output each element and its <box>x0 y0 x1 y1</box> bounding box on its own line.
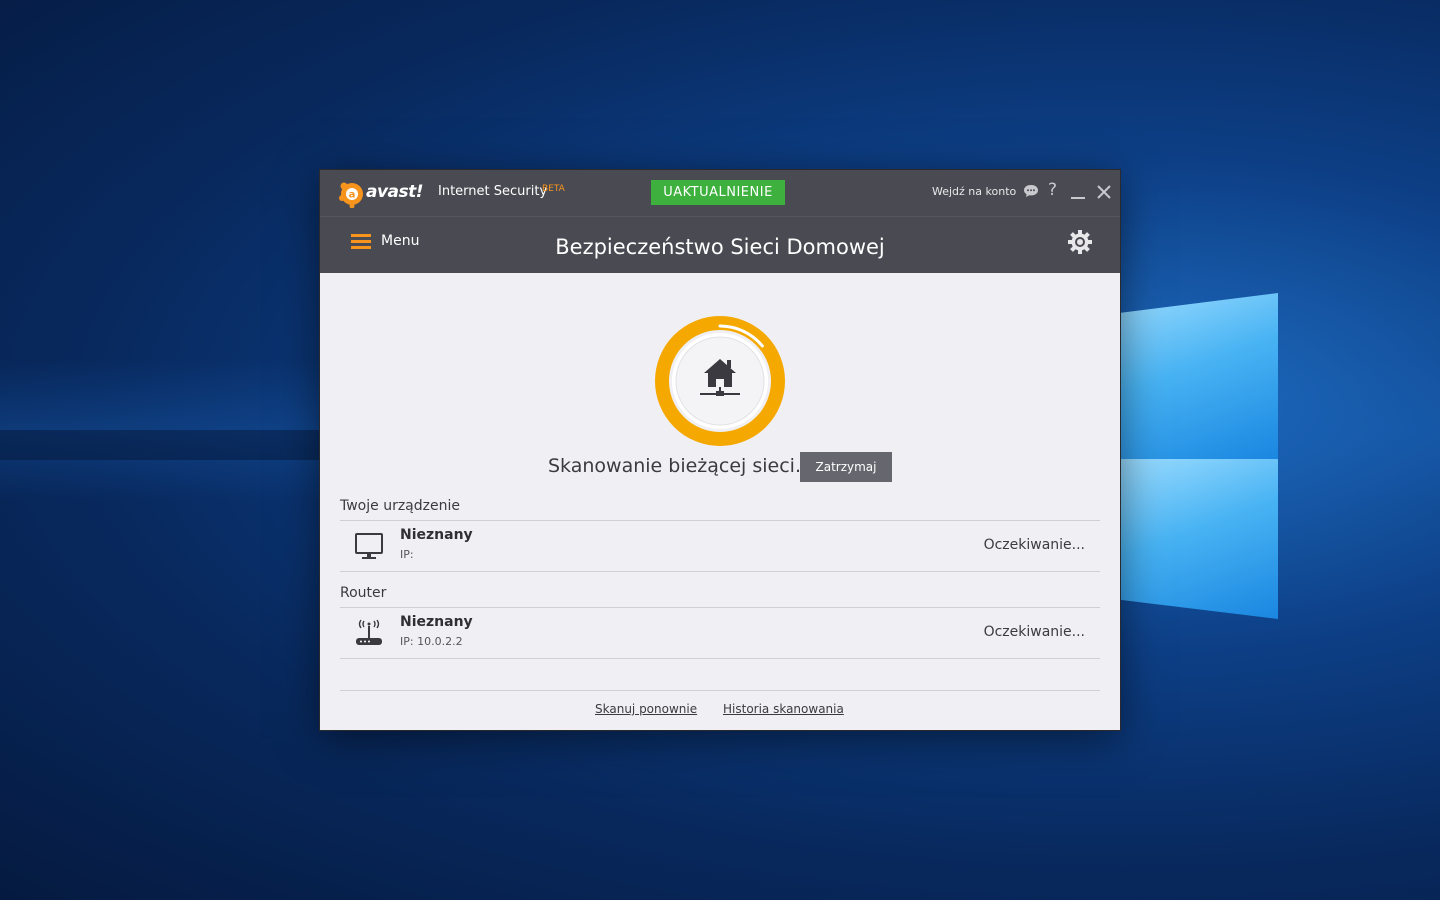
router-icon <box>356 619 382 645</box>
device-row-router[interactable]: Nieznany IP: 10.0.2.2 Oczekiwanie... <box>340 608 1100 658</box>
page-header: Menu Bezpieczeństwo Sieci Domowej <box>320 216 1120 273</box>
gear-icon[interactable] <box>1067 229 1093 255</box>
windows-logo-bottom-pane <box>1120 459 1278 619</box>
page-title: Bezpieczeństwo Sieci Domowej <box>555 235 885 259</box>
update-button[interactable]: UAKTUALNIENIE <box>651 180 785 205</box>
scan-progress-ring <box>655 316 785 446</box>
divider <box>340 658 1100 659</box>
footer-divider <box>340 690 1100 691</box>
avast-logo: a avast! <box>338 178 428 210</box>
device-ip: IP: <box>400 548 414 561</box>
brand-name: avast! <box>366 182 424 202</box>
device-row-my-device[interactable]: Nieznany IP: Oczekiwanie... <box>340 521 1100 571</box>
device-name: Nieznany <box>400 527 473 543</box>
minimize-icon[interactable] <box>1071 197 1085 199</box>
scan-status-row: Skanowanie bieżącej sieci... Zatrzymaj <box>320 452 1120 484</box>
monitor-icon <box>355 533 383 559</box>
windows-logo <box>1120 283 1280 623</box>
avast-window: a avast! Internet Security BETA UAKTUALN… <box>320 170 1120 730</box>
titlebar: a avast! Internet Security BETA UAKTUALN… <box>320 170 1120 216</box>
chat-icon[interactable] <box>1023 183 1039 199</box>
beta-badge: BETA <box>542 184 565 194</box>
avast-logo-icon: a <box>339 182 363 208</box>
windows-logo-top-pane <box>1120 293 1278 459</box>
rescan-link[interactable]: Skanuj ponownie <box>595 702 697 716</box>
device-name: Nieznany <box>400 614 473 630</box>
device-status: Oczekiwanie... <box>983 624 1085 640</box>
main-content: Skanowanie bieżącej sieci... Zatrzymaj T… <box>320 272 1120 730</box>
device-ip: IP: 10.0.2.2 <box>400 635 463 648</box>
divider <box>340 571 1100 572</box>
device-status: Oczekiwanie... <box>983 537 1085 553</box>
scan-history-link[interactable]: Historia skanowania <box>723 702 844 716</box>
close-icon[interactable] <box>1096 184 1112 200</box>
section-label-my-device: Twoje urządzenie <box>340 498 460 514</box>
help-icon[interactable]: ? <box>1048 180 1057 200</box>
section-label-router: Router <box>340 585 387 601</box>
scan-status-text: Skanowanie bieżącej sieci... <box>548 455 814 477</box>
desktop-shadow-band <box>0 430 320 460</box>
account-link[interactable]: Wejdź na konto <box>932 185 1016 198</box>
product-name: Internet Security <box>438 184 548 199</box>
svg-text:a: a <box>349 190 356 201</box>
stop-button[interactable]: Zatrzymaj <box>800 452 892 482</box>
